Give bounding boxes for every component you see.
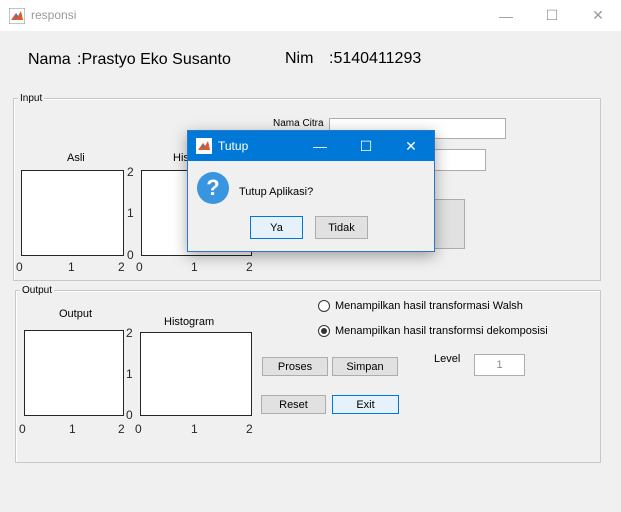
nim-label: Nim (285, 50, 314, 67)
radio-dekomposisi-circle[interactable] (318, 325, 330, 337)
tidak-button[interactable]: Tidak (315, 216, 368, 239)
dialog-title: Tutup (218, 139, 249, 153)
input-panel-title: Input (18, 93, 45, 104)
dialog-message: Tutup Aplikasi? (239, 186, 314, 198)
radio-dekomposisi[interactable]: Menampilkan hasil transformsi dekomposis… (318, 325, 548, 337)
output-histogram-axes (140, 332, 252, 416)
input-hist-ytick: 0 (127, 248, 134, 262)
level-label: Level (434, 353, 461, 365)
dialog-titlebar: Tutup — ☐ ✕ (188, 131, 434, 161)
input-hist-xtick: 2 (246, 260, 253, 274)
reset-button[interactable]: Reset (261, 395, 326, 414)
radio-walsh-circle[interactable] (318, 300, 330, 312)
dialog-minimize-button[interactable]: — (297, 131, 343, 161)
asli-xtick: 2 (118, 260, 125, 274)
question-icon: ? (197, 172, 229, 204)
nim-value: :5140411293 (329, 50, 422, 67)
output-xtick: 1 (69, 422, 76, 436)
output-hist-ytick: 0 (126, 408, 133, 422)
output-panel-title: Output (20, 285, 55, 296)
matlab-dialog-icon (196, 138, 212, 154)
radio-walsh-label: Menampilkan hasil transformasi Walsh (335, 300, 523, 312)
output-xtick: 0 (19, 422, 26, 436)
asli-axes-title: Asli (67, 152, 85, 164)
window-titlebar: responsi — ☐ ✕ (0, 0, 621, 31)
proses-button[interactable]: Proses (262, 357, 328, 376)
exit-button[interactable]: Exit (332, 395, 399, 414)
input-hist-ytick: 1 (127, 206, 134, 220)
open-image-button[interactable] (432, 199, 465, 249)
asli-axes (21, 170, 124, 256)
minimize-button[interactable]: — (483, 0, 529, 31)
simpan-button[interactable]: Simpan (332, 357, 398, 376)
output-xtick: 2 (118, 422, 125, 436)
input-hist-ytick: 2 (127, 165, 134, 179)
close-button[interactable]: ✕ (575, 0, 621, 31)
output-hist-xtick: 0 (135, 422, 142, 436)
radio-walsh[interactable]: Menampilkan hasil transformasi Walsh (318, 300, 523, 312)
input-field-2[interactable] (434, 149, 486, 171)
ya-button[interactable]: Ya (250, 216, 303, 239)
radio-dekomposisi-label: Menampilkan hasil transformsi dekomposis… (335, 325, 548, 337)
tutup-dialog: Tutup — ☐ ✕ ? Tutup Aplikasi? Ya Tidak (187, 130, 435, 252)
input-hist-xtick: 1 (191, 260, 198, 274)
maximize-button[interactable]: ☐ (529, 0, 575, 31)
nama-label: Nama (28, 51, 71, 68)
output-hist-ytick: 2 (126, 326, 133, 340)
output-hist-xtick: 2 (246, 422, 253, 436)
output-hist-ytick: 1 (126, 367, 133, 381)
dialog-maximize-button[interactable]: ☐ (343, 131, 389, 161)
level-field[interactable]: 1 (474, 354, 525, 376)
output-hist-xtick: 1 (191, 422, 198, 436)
output-histogram-title: Histogram (164, 316, 215, 328)
matlab-app-icon (9, 8, 25, 24)
window-title: responsi (31, 8, 77, 22)
dialog-close-button[interactable]: ✕ (388, 131, 434, 161)
input-hist-xtick: 0 (136, 260, 143, 274)
output-axes-title: Output (59, 308, 93, 320)
asli-xtick: 0 (16, 260, 23, 274)
asli-xtick: 1 (68, 260, 75, 274)
nama-citra-label: Nama Citra (273, 118, 324, 129)
nama-value: :Prastyo Eko Susanto (77, 51, 231, 68)
output-axes (24, 330, 124, 416)
